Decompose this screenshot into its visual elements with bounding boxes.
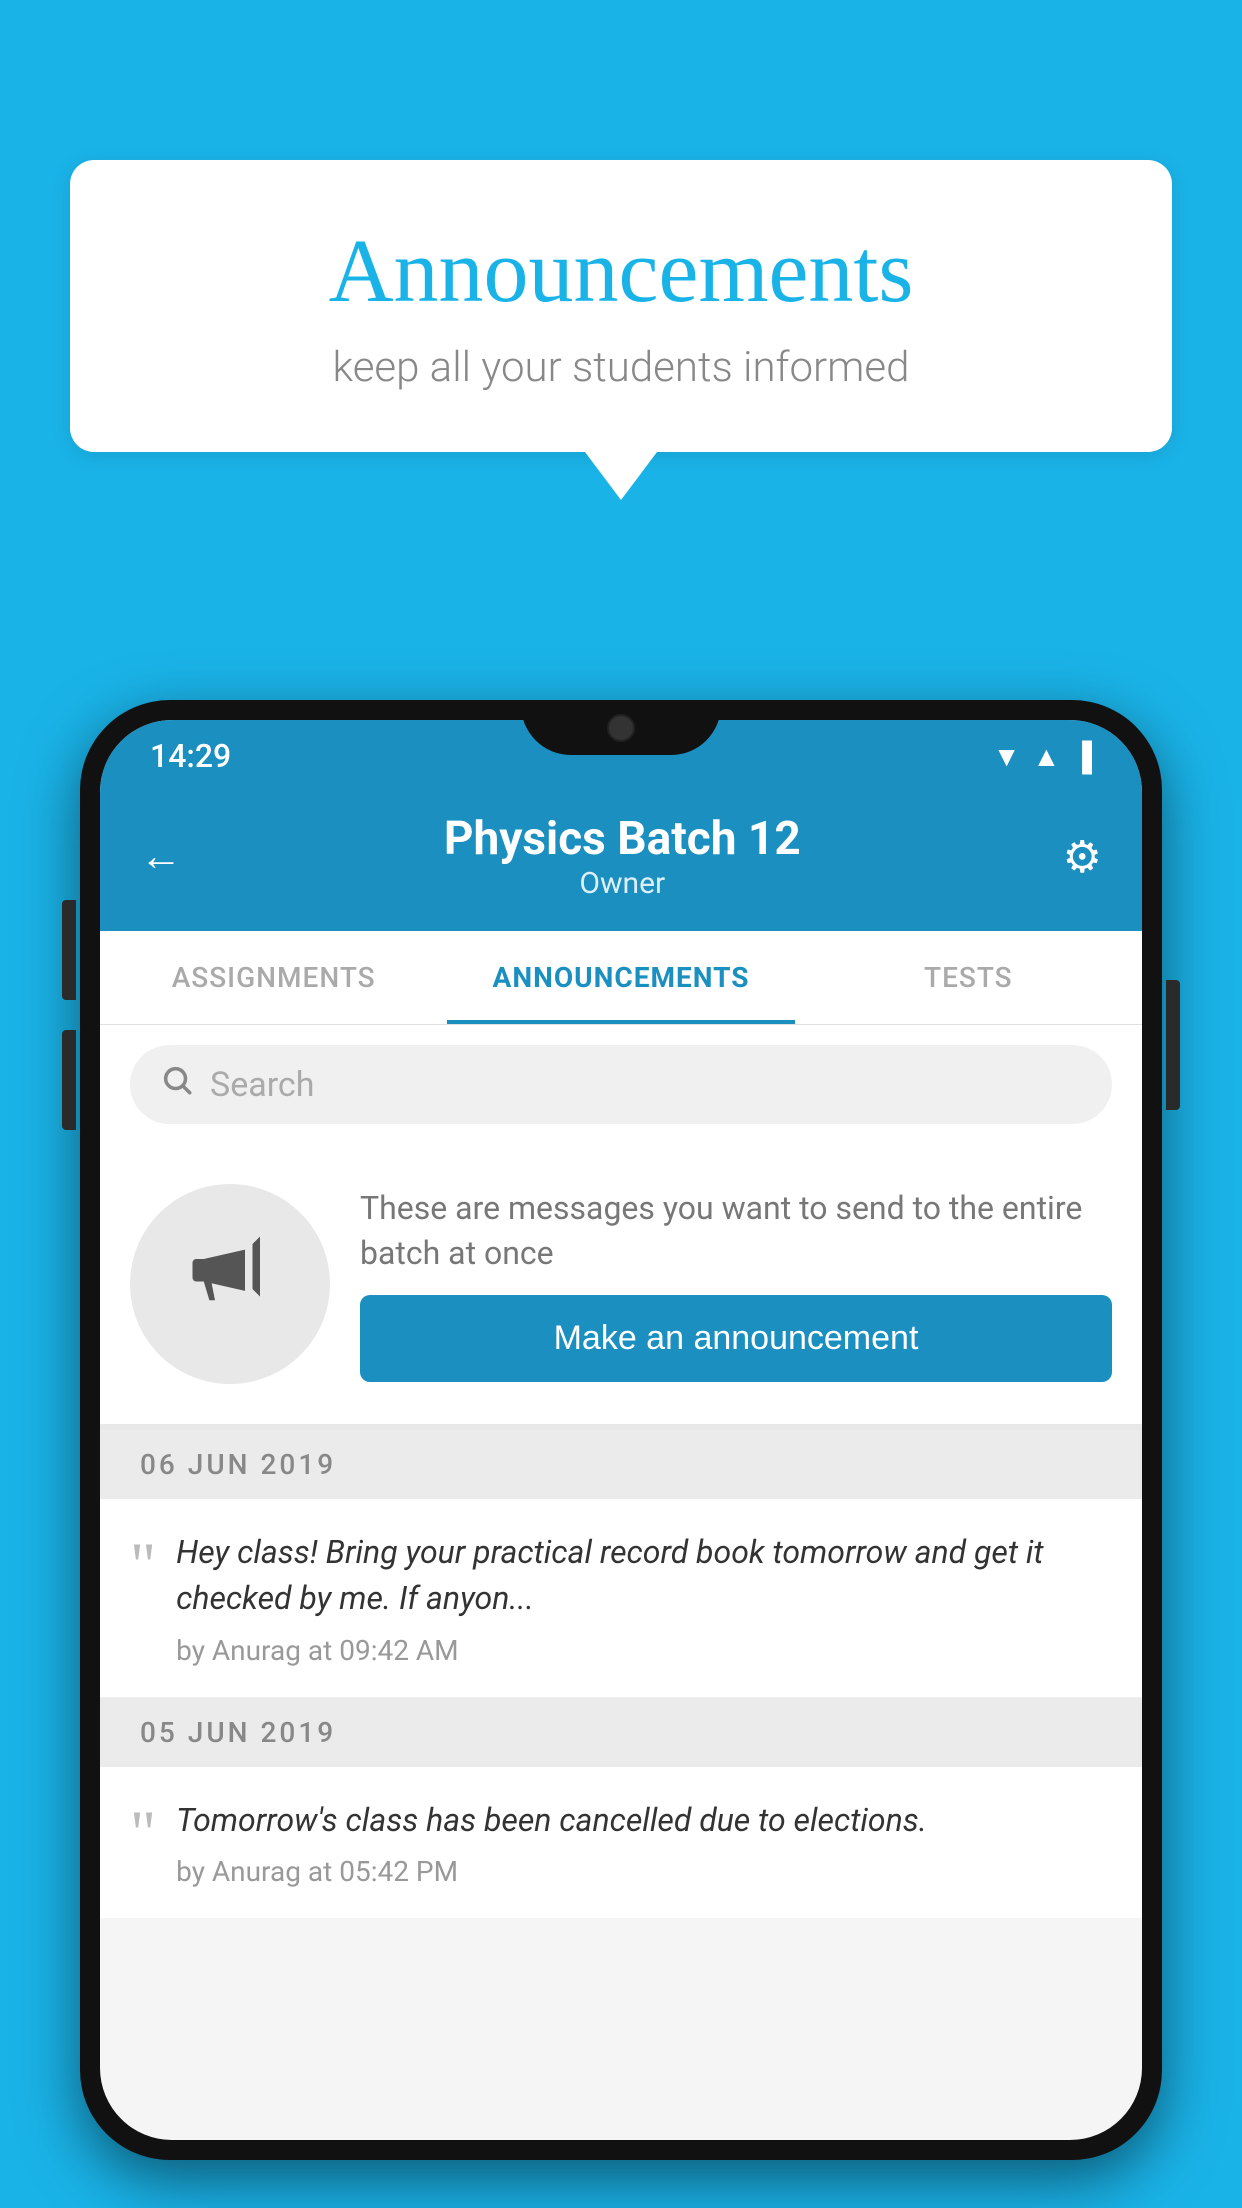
search-icon (160, 1063, 194, 1106)
settings-button[interactable]: ⚙ (1063, 831, 1102, 883)
megaphone-icon (185, 1229, 275, 1339)
quote-icon-1: " (130, 1533, 156, 1597)
phone-camera (607, 714, 635, 742)
signal-icon: ▲ (1032, 740, 1060, 773)
phone-body: 14:29 ▼ ▲ ▐ ← Physics Batch 12 Owner ⚙ (80, 700, 1162, 2160)
app-header: ← Physics Batch 12 Owner ⚙ (100, 792, 1142, 931)
back-button[interactable]: ← (140, 832, 182, 881)
promo-section: These are messages you want to send to t… (100, 1144, 1142, 1430)
bubble-title: Announcements (150, 220, 1092, 323)
tabs-bar: ASSIGNMENTS ANNOUNCEMENTS TESTS (100, 931, 1142, 1025)
announcement-meta-2: by Anurag at 05:42 PM (176, 1855, 1112, 1888)
power-button (1166, 980, 1180, 1110)
search-placeholder: Search (210, 1065, 314, 1105)
announcement-content-2: Tomorrow's class has been cancelled due … (176, 1797, 1112, 1888)
quote-icon-2: " (130, 1801, 156, 1865)
phone-mockup: 14:29 ▼ ▲ ▐ ← Physics Batch 12 Owner ⚙ (80, 700, 1162, 2208)
speech-bubble-section: Announcements keep all your students inf… (70, 160, 1172, 500)
announcement-item-2[interactable]: " Tomorrow's class has been cancelled du… (100, 1767, 1142, 1918)
make-announcement-button[interactable]: Make an announcement (360, 1295, 1112, 1382)
announcement-item-1[interactable]: " Hey class! Bring your practical record… (100, 1499, 1142, 1698)
announcement-meta-1: by Anurag at 09:42 AM (176, 1634, 1112, 1667)
search-box[interactable]: Search (130, 1045, 1112, 1124)
battery-icon: ▐ (1072, 740, 1092, 773)
date-separator-june5: 05 JUN 2019 (100, 1698, 1142, 1767)
date-separator-june6: 06 JUN 2019 (100, 1430, 1142, 1499)
phone-screen: 14:29 ▼ ▲ ▐ ← Physics Batch 12 Owner ⚙ (100, 720, 1142, 2140)
tab-assignments[interactable]: ASSIGNMENTS (100, 931, 447, 1024)
tab-tests[interactable]: TESTS (795, 931, 1142, 1024)
header-title: Physics Batch 12 (444, 812, 801, 866)
announcement-text-2: Tomorrow's class has been cancelled due … (176, 1797, 1112, 1843)
phone-notch (521, 700, 721, 755)
search-container: Search (100, 1025, 1142, 1144)
wifi-icon: ▼ (993, 740, 1021, 773)
promo-description: These are messages you want to send to t… (360, 1186, 1112, 1276)
header-center: Physics Batch 12 Owner (444, 812, 801, 901)
volume-down-button (62, 1030, 76, 1130)
bubble-subtitle: keep all your students informed (150, 343, 1092, 392)
tab-announcements[interactable]: ANNOUNCEMENTS (447, 931, 794, 1024)
status-time: 14:29 (150, 737, 231, 775)
header-subtitle: Owner (444, 866, 801, 901)
volume-up-button (62, 900, 76, 1000)
megaphone-circle (130, 1184, 330, 1384)
status-icons: ▼ ▲ ▐ (993, 740, 1092, 773)
announcement-text-1: Hey class! Bring your practical record b… (176, 1529, 1112, 1622)
announcement-content-1: Hey class! Bring your practical record b… (176, 1529, 1112, 1667)
promo-content: These are messages you want to send to t… (360, 1186, 1112, 1383)
speech-bubble-card: Announcements keep all your students inf… (70, 160, 1172, 452)
speech-bubble-arrow (585, 452, 657, 500)
